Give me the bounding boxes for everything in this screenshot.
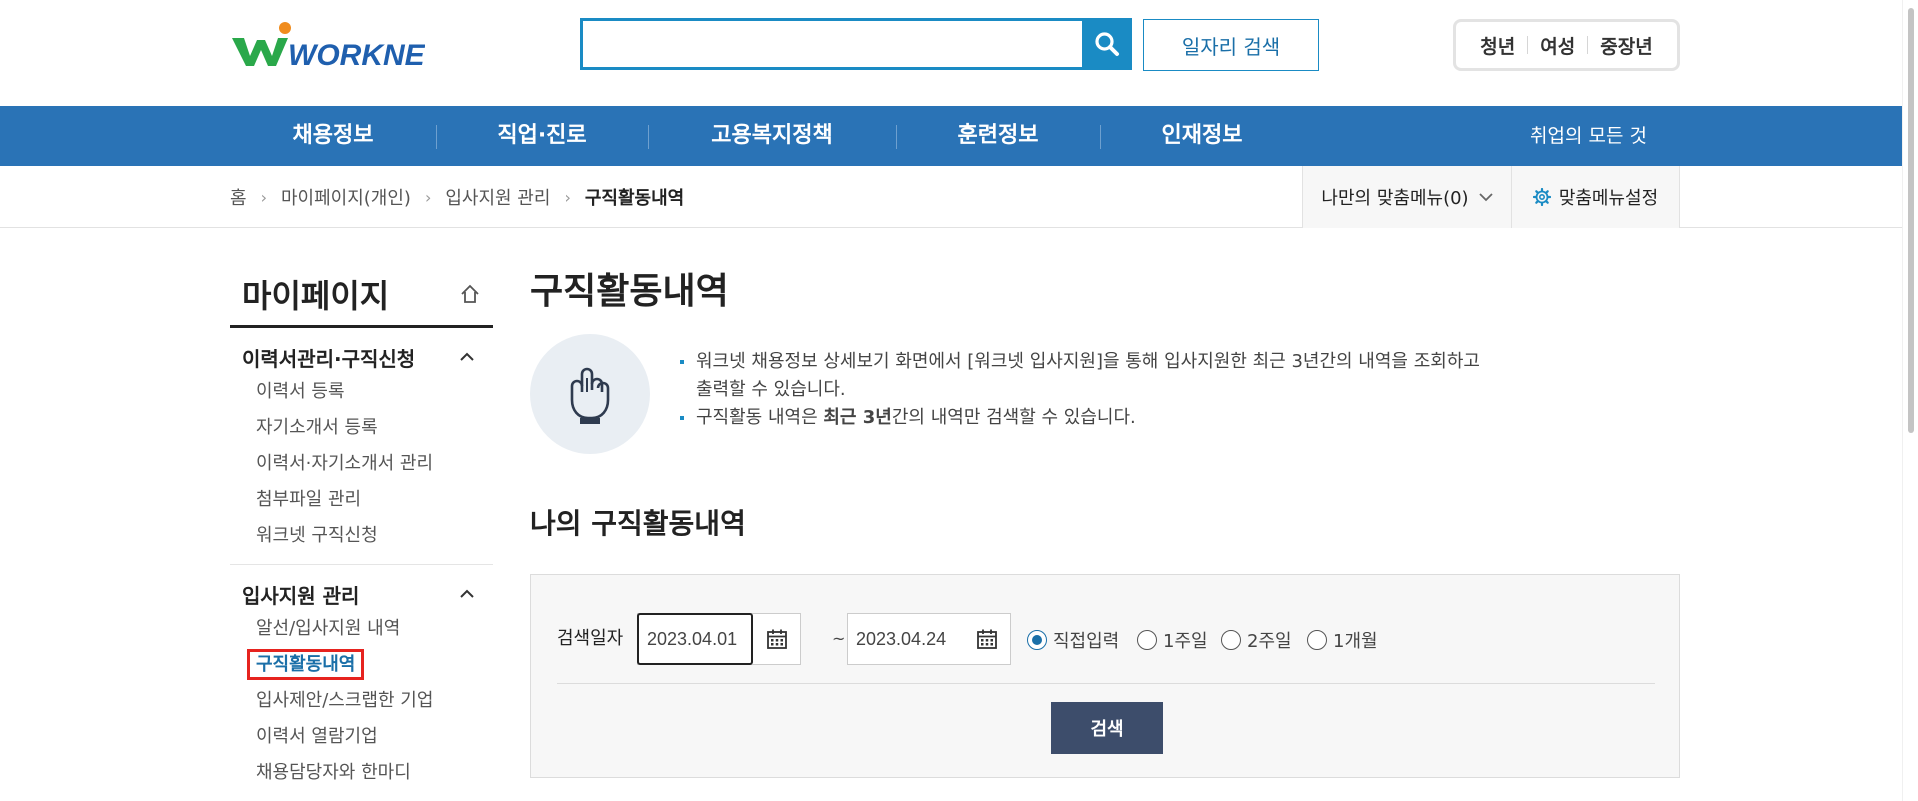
breadcrumb-bar: 홈 › 마이페이지(개인) › 입사지원 관리 › 구직활동내역 나만의 맞춤메… [0,166,1918,228]
radio-label: 2주일 [1247,631,1292,652]
start-date-input[interactable] [637,613,753,665]
radio-2-weeks[interactable]: 2주일 [1221,627,1292,653]
info-item: 워크넷 채용정보 상세보기 화면에서 [워크넷 입사지원]을 통해 입사지원한 … [680,348,1480,404]
info-text: 워크넷 채용정보 상세보기 화면에서 [워크넷 입사지원]을 통해 입사지원한 … [696,351,1480,372]
audience-middle-age-link[interactable]: 중장년 [1588,32,1664,59]
calendar-icon[interactable] [754,614,800,664]
sidebar-item-application-history[interactable]: 알선/입사지원 내역 [242,611,493,647]
sidebar-item-job-activity-history[interactable]: 구직활동내역 [242,647,493,683]
chevron-right-icon: › [564,187,571,207]
vertical-scrollbar[interactable] [1902,0,1918,801]
sidebar-item-offers-scraps[interactable]: 입사제안/스크랩한 기업 [242,683,493,719]
gnb-item-recruit[interactable]: 채용정보 [293,106,374,166]
search-icon [1095,32,1119,56]
radio-direct-input[interactable]: 직접입력 [1027,627,1119,653]
gnb-item-career[interactable]: 직업·진로 [497,106,586,166]
sidebar-item-attachment-manage[interactable]: 첨부파일 관리 [242,482,493,518]
chevron-down-icon [1478,193,1493,202]
info-text: 출력할 수 있습니다. [696,379,846,400]
sidebar-item-resume-manage[interactable]: 이력서·자기소개서 관리 [242,446,493,482]
info-text: 간의 내역만 검색할 수 있습니다. [891,407,1136,428]
gnb-item-training[interactable]: 훈련정보 [958,106,1039,166]
radio-indicator [1137,630,1157,650]
info-list: 워크넷 채용정보 상세보기 화면에서 [워크넷 입사지원]을 통해 입사지원한 … [680,348,1480,432]
search-date-label: 검색일자 [557,628,624,649]
chevron-up-icon [460,589,474,598]
radio-1-month[interactable]: 1개월 [1307,627,1378,653]
my-custom-menu-dropdown[interactable]: 나만의 맞춤메뉴(0) [1302,166,1512,228]
sidebar-group-application: 입사지원 관리 알선/입사지원 내역 구직활동내역 입사제안/스크랩한 기업 이… [230,565,493,801]
radio-1-week[interactable]: 1주일 [1137,627,1208,653]
end-date-field [847,613,1011,665]
hand-click-icon [530,334,650,454]
gnb-item-welfare-policy[interactable]: 고용복지정책 [711,106,832,166]
info-item: 구직활동 내역은 최근 3년간의 내역만 검색할 수 있습니다. [680,404,1480,432]
breadcrumb-mypage[interactable]: 마이페이지(개인) [281,184,411,210]
home-icon[interactable] [459,283,481,305]
radio-label: 1개월 [1333,631,1378,652]
divider [896,125,897,149]
job-search-button[interactable]: 일자리 검색 [1143,19,1319,71]
info-emphasis: 최근 3년 [823,407,892,428]
search-submit-button[interactable]: 검색 [1051,702,1163,754]
sidebar-group-title: 입사지원 관리 [242,583,360,608]
global-nav: 채용정보 직업·진로 고용복지정책 훈련정보 인재정보 취업의 모든 것 [0,106,1918,166]
sidebar-item-job-seeking-apply[interactable]: 워크넷 구직신청 [242,518,493,554]
breadcrumb-current: 구직활동내역 [584,188,685,209]
divider [648,125,649,149]
divider [436,125,437,149]
section-title: 나의 구직활동내역 [530,507,746,540]
main-content: 구직활동내역 워크넷 채용정보 상세보기 화면에서 [워크넷 입사지원]을 통해… [530,262,1680,778]
custom-menu-setting-button[interactable]: 맞춤메뉴설정 [1512,166,1680,228]
radio-label: 직접입력 [1053,631,1120,652]
sidebar-group-header[interactable]: 입사지원 관리 [242,577,493,611]
breadcrumb-application-management[interactable]: 입사지원 관리 [445,184,550,210]
scrollbar-thumb[interactable] [1908,8,1914,433]
breadcrumb: 홈 › 마이페이지(개인) › 입사지원 관리 › 구직활동내역 [230,166,684,228]
my-custom-menu-label: 나만의 맞춤메뉴(0) [1321,188,1469,209]
gear-icon [1532,188,1551,206]
search-panel: 검색일자 ~ [530,574,1680,778]
gnb-all-menu-link[interactable]: 취업의 모든 것 [1530,106,1647,166]
logo-text: WORKNET [288,39,425,70]
page-title: 구직활동내역 [530,271,729,312]
search-button[interactable] [1082,18,1132,70]
breadcrumb-home[interactable]: 홈 [230,184,247,210]
chevron-right-icon: › [260,187,267,207]
sidebar-item-cover-letter-register[interactable]: 자기소개서 등록 [242,410,493,446]
chevron-up-icon [460,352,474,361]
divider [557,683,1655,684]
info-text: 구직활동 내역은 [696,407,824,428]
audience-women-link[interactable]: 여성 [1528,32,1587,59]
sidebar-item-resume-viewers[interactable]: 이력서 열람기업 [242,719,493,755]
gnb-item-talent[interactable]: 인재정보 [1162,106,1243,166]
audience-youth-link[interactable]: 청년 [1468,32,1527,59]
sidebar-group-title: 이력서관리·구직신청 [242,346,416,371]
sidebar-item-recruiter-message[interactable]: 채용담당자와 한마디 [242,755,493,791]
radio-indicator [1307,630,1327,650]
sidebar-title-text: 마이페이지 [242,276,390,315]
audience-menu: 청년 여성 중장년 [1453,19,1680,71]
sidebar-item-label: 구직활동내역 [247,649,365,680]
sidebar-item-resume-register[interactable]: 이력서 등록 [242,374,493,410]
sidebar-group-resume: 이력서관리·구직신청 이력서 등록 자기소개서 등록 이력서·자기소개서 관리 … [230,328,493,565]
divider [1100,125,1101,149]
radio-indicator [1027,630,1047,650]
radio-label: 1주일 [1163,631,1208,652]
search-input[interactable] [583,21,1073,67]
date-range-separator: ~ [832,629,846,648]
search-box [580,18,1132,70]
info-box: 워크넷 채용정보 상세보기 화면에서 [워크넷 입사지원]을 통해 입사지원한 … [530,334,1680,454]
start-date-field [637,613,801,665]
sidebar-group-header[interactable]: 이력서관리·구직신청 [242,340,493,374]
worknet-logo[interactable]: WORKNET [230,20,425,70]
sidebar-title: 마이페이지 [230,262,493,328]
custom-menu-setting-label: 맞춤메뉴설정 [1558,188,1659,209]
end-date-input[interactable] [848,614,962,664]
radio-indicator [1221,630,1241,650]
calendar-icon[interactable] [964,614,1010,664]
sidebar: 마이페이지 이력서관리·구직신청 이력서 등록 자기소개서 등록 이력서·자기소… [230,262,493,801]
chevron-right-icon: › [424,187,432,207]
